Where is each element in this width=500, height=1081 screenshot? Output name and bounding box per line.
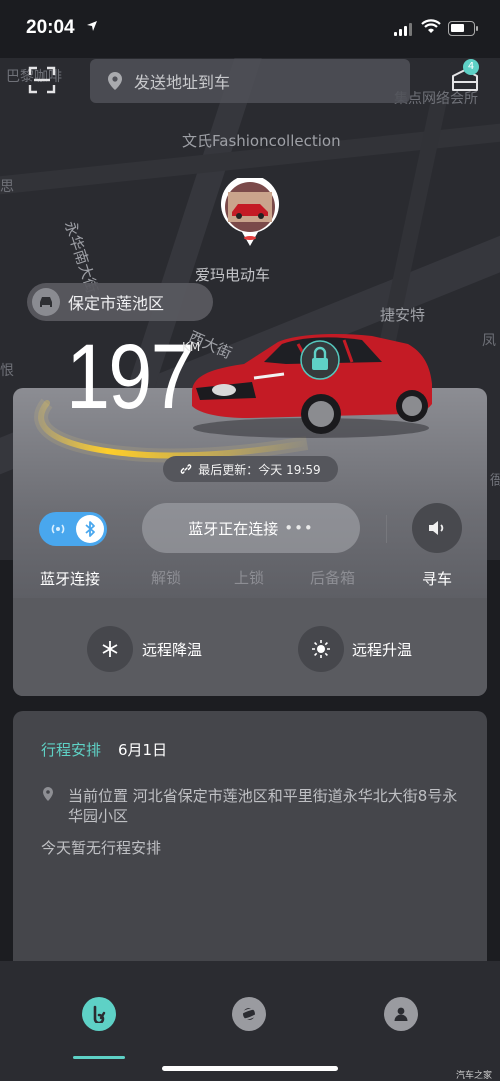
status-bar: 20:04	[0, 0, 500, 58]
map-label-shop: 文氏Fashioncollection	[182, 132, 341, 150]
speaker-icon	[429, 521, 444, 535]
remote-heat-button[interactable]	[298, 626, 344, 672]
remote-heat-label: 远程升温	[352, 641, 413, 659]
bluetooth-status-text: 蓝牙正在连接	[188, 519, 279, 538]
trip-title: 行程安排	[41, 741, 102, 759]
trip-current-location: 当前位置 河北省保定市莲池区和平里街道永华北大街8号永华园小区	[68, 787, 458, 825]
tab-home[interactable]	[82, 997, 116, 1031]
tab-active-indicator	[73, 1056, 125, 1059]
last-update-chip[interactable]: 最后更新：今天 19:59	[163, 456, 338, 482]
car-image	[192, 334, 432, 438]
wifi-icon	[421, 19, 441, 33]
scan-icon[interactable]	[28, 66, 56, 94]
planet-icon	[236, 1007, 262, 1021]
trip-date: 6月1日	[118, 741, 168, 759]
location-chip[interactable]: 保定市莲池区	[27, 283, 213, 321]
location-pin-icon	[108, 72, 122, 90]
snowflake-icon	[102, 641, 118, 657]
unlock-button[interactable]: 解锁	[151, 567, 181, 588]
map-label-edge-left-2: 恨	[0, 363, 14, 379]
car-pin-label: 爱玛电动车	[195, 266, 271, 284]
mileage-value: 197	[66, 326, 195, 428]
map-label-edge-left: 思	[0, 179, 14, 195]
map-label-jieante: 捷安特	[380, 306, 426, 324]
sun-icon	[312, 640, 330, 658]
notification-badge: 4	[463, 59, 479, 75]
car-icon	[32, 288, 60, 316]
bluetooth-toggle[interactable]	[39, 512, 107, 546]
search-input[interactable]: 发送地址到车	[90, 59, 410, 103]
find-car-label: 寻车	[422, 570, 453, 588]
tab-profile[interactable]	[384, 997, 418, 1031]
divider	[386, 515, 387, 543]
map-label-edge-right-2: 衙	[490, 473, 500, 489]
bluetooth-status-pill: 蓝牙正在连接 •••	[142, 503, 360, 553]
lock-button[interactable]: 上锁	[234, 567, 264, 588]
trip-empty-message: 今天暂无行程安排	[41, 839, 162, 857]
watermark: 汽车之家	[456, 1071, 493, 1081]
tab-discover[interactable]	[232, 997, 266, 1031]
location-text: 保定市莲池区	[68, 294, 165, 313]
cellular-signal-icon	[394, 22, 412, 36]
last-update-text: 最后更新：今天 19:59	[198, 462, 321, 477]
link-icon	[180, 464, 192, 474]
user-icon	[394, 1007, 408, 1021]
map-label-edge-right: 凤	[482, 333, 496, 349]
loading-dots-icon: •••	[284, 519, 314, 537]
bluetooth-icon	[76, 515, 104, 543]
home-indicator	[162, 1066, 338, 1071]
battery-icon	[448, 21, 478, 36]
home-logo-icon	[93, 1005, 106, 1023]
signal-wave-icon	[51, 524, 65, 534]
location-arrow-icon	[87, 21, 97, 31]
find-car-button[interactable]	[412, 503, 462, 553]
location-pin-icon	[43, 787, 53, 801]
remote-cool-button[interactable]	[87, 626, 133, 672]
car-location-marker[interactable]	[220, 178, 280, 248]
search-placeholder: 发送地址到车	[134, 73, 231, 92]
climate-section	[13, 598, 487, 696]
trunk-button[interactable]: 后备箱	[310, 567, 355, 588]
remote-cool-label: 远程降温	[142, 641, 203, 659]
status-time: 20:04	[26, 17, 75, 38]
bluetooth-label: 蓝牙连接	[40, 570, 101, 588]
